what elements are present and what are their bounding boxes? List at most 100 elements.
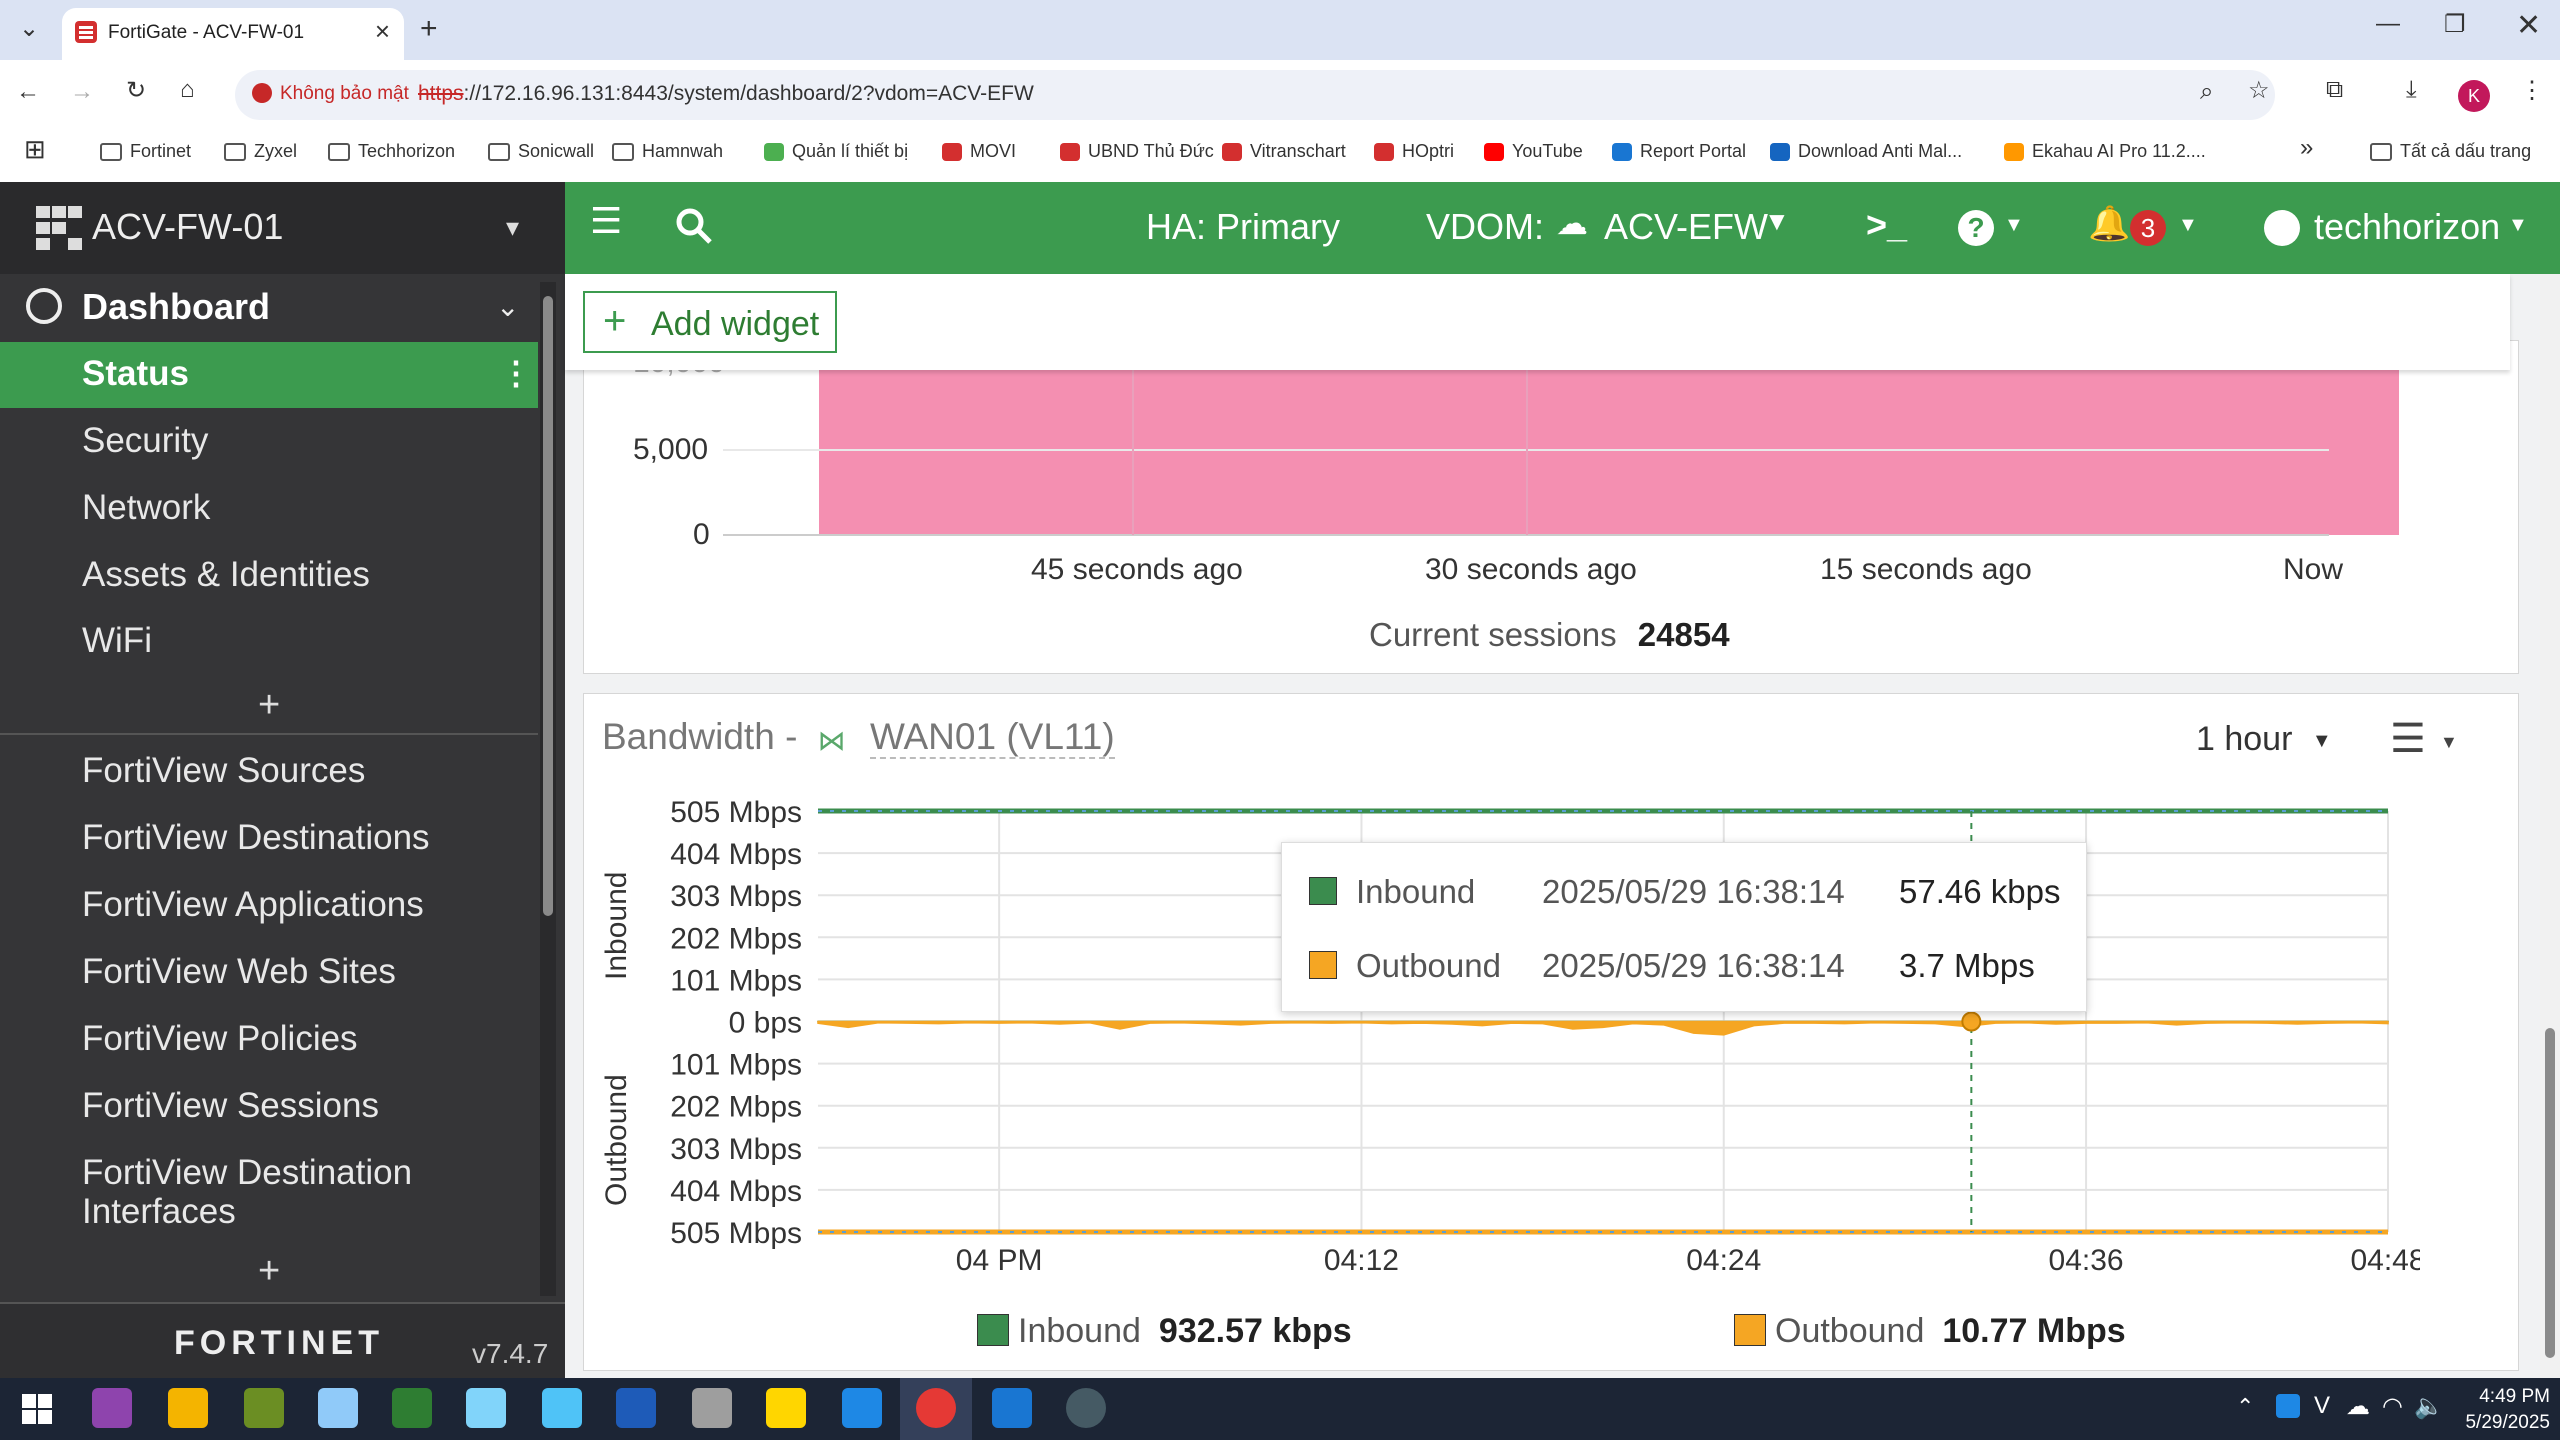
legend-outbound-swatch[interactable] [1734, 1314, 1766, 1346]
security-label[interactable]: Không bảo mật [280, 80, 409, 108]
zalo-icon[interactable] [842, 1388, 882, 1428]
bookmark-star-icon[interactable]: ☆ [2248, 76, 2270, 105]
tab-close-icon[interactable]: × [375, 16, 390, 47]
sidebar-item-fortiview-5[interactable]: FortiView Sessions [82, 1086, 379, 1126]
new-tab-icon[interactable]: + [420, 12, 438, 46]
taskbar-app-1-icon[interactable] [92, 1388, 132, 1428]
home-icon[interactable]: ⌂ [180, 76, 195, 104]
taskbar-app-7-icon[interactable] [542, 1388, 582, 1428]
apps-grid-icon[interactable]: ⊞ [24, 134, 46, 165]
sidebar-item-assets-identities[interactable]: Assets & Identities [82, 555, 370, 595]
minimize-icon[interactable]: — [2376, 10, 2400, 38]
all-bookmarks[interactable]: Tất cả dấu trang [2370, 136, 2531, 166]
sidebar-item-fortiview-1[interactable]: FortiView Destinations [82, 818, 430, 858]
excel-icon[interactable] [392, 1388, 432, 1428]
device-dropdown-icon[interactable]: ▾ [506, 212, 519, 243]
taskbar-app-3-icon[interactable] [244, 1388, 284, 1428]
user-avatar-icon[interactable] [2264, 210, 2300, 246]
volume-icon[interactable]: 🔈 [2414, 1392, 2444, 1421]
taskbar-app-13-icon[interactable] [992, 1388, 1032, 1428]
legend-inbound-swatch[interactable] [977, 1314, 1009, 1346]
help-dropdown-icon[interactable]: ▼ [2004, 214, 2024, 237]
user-dropdown-icon[interactable]: ▼ [2508, 214, 2528, 237]
bookmark-item[interactable]: UBND Thủ Đức [1060, 136, 1214, 166]
add-widget-button[interactable]: + Add widget [583, 291, 837, 353]
menu-status-active[interactable] [0, 342, 538, 408]
tray-v-icon[interactable]: V [2314, 1392, 2330, 1420]
sidebar-item-fortiview-6[interactable]: FortiView Destination [82, 1153, 412, 1193]
legend-outbound[interactable]: Outbound 10.77 Mbps [1775, 1312, 2126, 1351]
forward-icon[interactable]: → [70, 78, 94, 106]
sidebar-scrollbar-thumb[interactable] [543, 296, 553, 916]
cli-console-icon[interactable]: >_ [1866, 204, 1907, 246]
bookmark-item[interactable]: Ekahau AI Pro 11.2.... [2004, 136, 2206, 166]
back-icon[interactable]: ← [16, 78, 40, 106]
sidebar-item-fortiview-4[interactable]: FortiView Policies [82, 1019, 358, 1059]
windows-start-icon[interactable] [22, 1394, 52, 1429]
taskbar-app-10-icon[interactable] [766, 1388, 806, 1428]
sidebar-item-network[interactable]: Network [82, 488, 210, 528]
tray-app-icon[interactable] [2276, 1394, 2300, 1418]
zoom-icon[interactable]: ⌕ [2200, 78, 2213, 106]
sidebar-item-security[interactable]: Security [82, 421, 208, 461]
browser-tab[interactable]: FortiGate - ACV-FW-01 × [62, 8, 404, 60]
bookmark-item[interactable]: Vitranschart [1222, 136, 1346, 166]
sidebar-item-status[interactable]: Status [82, 354, 189, 394]
clock[interactable]: 4:49 PM 5/29/2025 [2454, 1384, 2550, 1436]
time-range-dropdown[interactable]: 1 hour ▼ [2196, 720, 2332, 759]
word-icon[interactable] [616, 1388, 656, 1428]
search-icon[interactable] [674, 206, 714, 251]
page-scrollbar-thumb[interactable] [2545, 1028, 2555, 1358]
widget-menu-dropdown-icon[interactable]: ▼ [2440, 732, 2458, 753]
bell-icon[interactable]: 🔔 [2088, 204, 2130, 244]
alert-count-badge[interactable]: 3 [2130, 210, 2166, 246]
bookmark-item[interactable]: Sonicwall [488, 136, 594, 166]
file-explorer-icon[interactable] [168, 1388, 208, 1428]
bookmark-item[interactable]: YouTube [1484, 136, 1583, 166]
sidebar-item-wifi[interactable]: WiFi [82, 621, 152, 661]
extensions-icon[interactable]: ⧉ [2326, 76, 2343, 104]
add-fortiview-icon[interactable]: + [258, 1250, 280, 1293]
legend-inbound[interactable]: Inbound 932.57 kbps [1018, 1312, 1352, 1351]
chevron-down-icon[interactable]: ⌄ [496, 290, 519, 323]
bookmark-favicon-icon [764, 143, 784, 162]
tray-chevron-icon[interactable]: ⌃ [2236, 1394, 2254, 1420]
bookmark-item[interactable]: Hamnwah [612, 136, 723, 166]
status-options-icon[interactable]: ⋮ [500, 354, 532, 392]
tab-search-chevron-icon[interactable]: ⌄ [14, 14, 44, 43]
alert-dropdown-icon[interactable]: ▼ [2178, 214, 2198, 237]
taskbar-app-14-icon[interactable] [1066, 1388, 1106, 1428]
bookmark-item[interactable]: Quản lí thiết bị [764, 136, 908, 166]
taskbar-app-4-icon[interactable] [318, 1388, 358, 1428]
profile-avatar[interactable]: K [2458, 80, 2490, 112]
onedrive-icon[interactable]: ☁ [2346, 1392, 2370, 1421]
bookmark-item[interactable]: Download Anti Mal... [1770, 136, 1962, 166]
restore-icon[interactable]: ❐ [2444, 10, 2466, 39]
vdom-name[interactable]: ACV-EFW [1604, 206, 1768, 248]
bookmark-item[interactable]: Zyxel [224, 136, 297, 166]
bandwidth-interface[interactable]: WAN01 (VL11) [869, 716, 1115, 759]
bookmark-label: Fortinet [130, 141, 192, 161]
add-dashboard-icon[interactable]: + [258, 684, 280, 727]
window-close-icon[interactable]: ✕ [2516, 8, 2541, 43]
sidebar-item-fortiview-3[interactable]: FortiView Web Sites [82, 952, 396, 992]
download-icon[interactable]: ⤓ [2406, 76, 2417, 104]
bookmark-item[interactable]: HOptri [1374, 136, 1454, 166]
hamburger-menu-icon[interactable]: ☰ [590, 200, 622, 242]
taskbar-app-9-icon[interactable] [692, 1388, 732, 1428]
help-icon[interactable]: ? [1958, 210, 1994, 246]
more-bookmarks-icon[interactable]: » [2300, 134, 2313, 162]
bookmark-item[interactable]: MOVI [942, 136, 1016, 166]
widget-menu-icon[interactable]: ☰ [2390, 716, 2426, 762]
bookmark-item[interactable]: Report Portal [1612, 136, 1746, 166]
menu-kebab-icon[interactable]: ⋮ [2520, 76, 2544, 105]
taskbar-app-6-icon[interactable] [466, 1388, 506, 1428]
sidebar-item-fortiview-2[interactable]: FortiView Applications [82, 885, 424, 925]
reload-icon[interactable]: ↻ [126, 76, 146, 105]
wifi-icon[interactable]: ◠ [2382, 1392, 2403, 1421]
vdom-dropdown-icon[interactable]: ▼ [1764, 206, 1790, 237]
sidebar-item-fortiview-0[interactable]: FortiView Sources [82, 751, 365, 791]
bookmark-item[interactable]: Techhorizon [328, 136, 455, 166]
user-name[interactable]: techhorizon [2314, 206, 2500, 248]
bookmark-item[interactable]: Fortinet [100, 136, 191, 166]
